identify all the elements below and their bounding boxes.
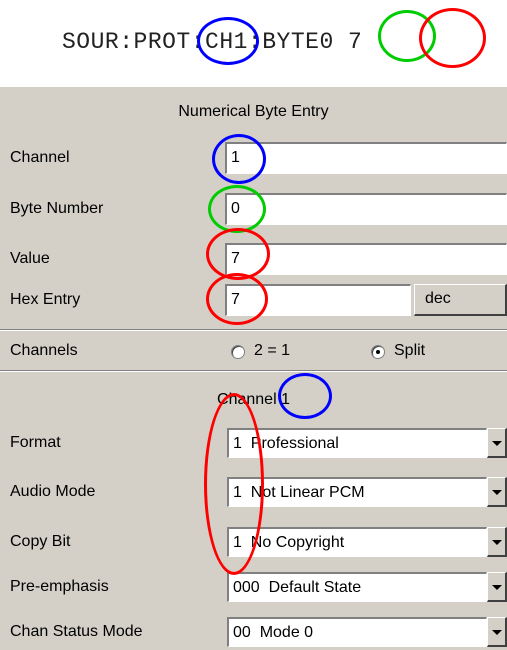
chevron-down-icon [492,441,502,446]
channel-field[interactable]: 1 [225,142,507,174]
channels-label: Channels [10,342,78,359]
chevron-down-icon [492,585,502,590]
format-label: Format [10,434,61,451]
chevron-down-icon [492,540,502,545]
copy-bit-label: Copy Bit [10,533,71,550]
byte-highlight-ring [378,10,436,62]
pre-emphasis-label: Pre-emphasis [10,578,109,595]
divider [0,329,507,331]
value-field[interactable]: 7 [225,243,507,275]
pre-emphasis-dropdown-button[interactable] [487,572,507,602]
radio-selected-dot [376,350,380,354]
radio-split-label: Split [394,342,426,359]
audio-mode-dropdown-button[interactable] [487,477,507,507]
radio-2eq1[interactable] [231,345,245,359]
chevron-down-icon [492,630,502,635]
divider [0,370,507,372]
audio-mode-label: Audio Mode [10,483,96,500]
channel-label: Channel [10,149,70,166]
byte-number-label: Byte Number [10,200,104,217]
copy-bit-select[interactable]: 1 No Copyright [227,527,487,557]
chan-status-mode-select[interactable]: 00 Mode 0 [227,617,487,647]
radio-split[interactable] [371,345,385,359]
byte-number-field[interactable]: 0 [225,193,507,225]
format-select[interactable]: 1 Professional [227,428,487,458]
format-dropdown-button[interactable] [487,428,507,458]
scpi-command: SOUR:PROT:CH1:BYTE0 7 [62,29,363,55]
audio-mode-select[interactable]: 1 Not Linear PCM [227,477,487,507]
pre-emphasis-select[interactable]: 000 Default State [227,572,487,602]
dec-button[interactable]: dec [414,284,507,316]
chan-status-mode-label: Chan Status Mode [10,623,143,640]
hex-entry-label: Hex Entry [10,291,81,308]
numerical-byte-entry-title: Numerical Byte Entry [178,103,329,120]
value-highlight-ring [419,8,486,68]
value-label: Value [10,250,50,267]
chan-status-mode-dropdown-button[interactable] [487,617,507,647]
hex-entry-field[interactable]: 7 [225,284,411,316]
copy-bit-dropdown-button[interactable] [487,527,507,557]
chevron-down-icon [492,490,502,495]
radio-2eq1-label: 2 = 1 [254,342,291,359]
settings-panel: Numerical Byte Entry Channel 1 Byte Numb… [0,87,507,650]
channel-1-title: Channel 1 [217,391,290,408]
